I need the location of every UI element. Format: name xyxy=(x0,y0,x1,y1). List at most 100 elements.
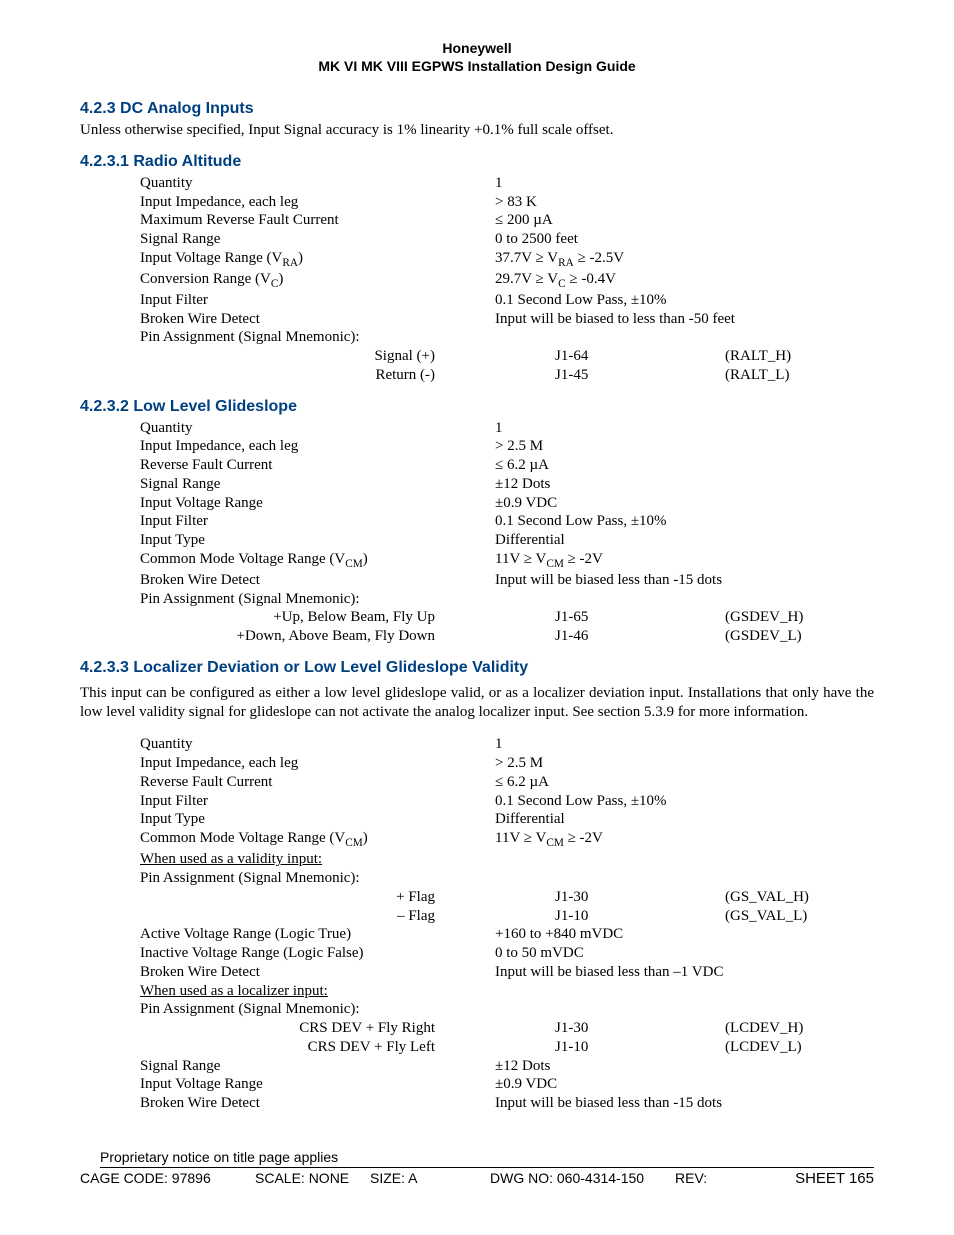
spec-sublabel: Return (-) xyxy=(140,366,495,385)
spec-value: 1 xyxy=(495,419,665,438)
spec-mnemonic: (RALT_H) xyxy=(725,347,865,366)
spec-value: > 2.5 M xyxy=(495,437,665,456)
spec-label: Quantity xyxy=(140,735,495,754)
spec-value: 0.1 Second Low Pass, ±10% xyxy=(495,792,667,811)
spec-sublabel: + Flag xyxy=(140,888,495,907)
spec-label: Input Type xyxy=(140,810,495,829)
spec-label: Reverse Fault Current xyxy=(140,456,495,475)
spec-label: Common Mode Voltage Range (VCM) xyxy=(140,550,495,571)
spec-value: 29.7V ≥ VC ≥ -0.4V xyxy=(495,270,665,291)
spec-value: J1-10 xyxy=(555,907,725,926)
spec-value: Input will be biased less than –1 VDC xyxy=(495,963,723,982)
spec-label: Quantity xyxy=(140,174,495,193)
spec-label: Input Impedance, each leg xyxy=(140,193,495,212)
spec-value: J1-64 xyxy=(555,347,725,366)
spec-subhead: When used as a validity input: xyxy=(140,850,495,869)
spec-value: Differential xyxy=(495,810,665,829)
spec-block-4-2-3-3: Quantity1 Input Impedance, each leg> 2.5… xyxy=(140,735,874,1112)
header-doc: MK VI MK VIII EGPWS Installation Design … xyxy=(80,58,874,76)
spec-label: Reverse Fault Current xyxy=(140,773,495,792)
spec-label: Input Voltage Range xyxy=(140,494,495,513)
spec-label: Signal Range xyxy=(140,230,495,249)
spec-value: J1-30 xyxy=(555,888,725,907)
spec-value: 1 xyxy=(495,174,665,193)
spec-value: J1-10 xyxy=(555,1038,725,1057)
spec-label: Input Type xyxy=(140,531,495,550)
spec-sublabel: CRS DEV + Fly Right xyxy=(140,1019,495,1038)
spec-mnemonic: (LCDEV_L) xyxy=(725,1038,865,1057)
spec-mnemonic: (GS_VAL_L) xyxy=(725,907,865,926)
spec-mnemonic: (LCDEV_H) xyxy=(725,1019,865,1038)
spec-label: Broken Wire Detect xyxy=(140,963,495,982)
heading-4-2-3: 4.2.3 DC Analog Inputs xyxy=(80,99,874,119)
spec-value: ≤ 6.2 µA xyxy=(495,456,665,475)
spec-value: ±0.9 VDC xyxy=(495,1075,665,1094)
spec-block-4-2-3-1: Quantity1 Input Impedance, each leg> 83 … xyxy=(140,174,874,385)
spec-mnemonic: (GSDEV_H) xyxy=(725,608,865,627)
heading-4-2-3-1: 4.2.3.1 Radio Altitude xyxy=(80,152,874,172)
spec-value: 0.1 Second Low Pass, ±10% xyxy=(495,291,667,310)
spec-value: J1-65 xyxy=(555,608,725,627)
spec-label: Quantity xyxy=(140,419,495,438)
footer-size: SIZE: A xyxy=(370,1170,490,1188)
spec-value: 11V ≥ VCM ≥ -2V xyxy=(495,829,665,850)
spec-label: Common Mode Voltage Range (VCM) xyxy=(140,829,495,850)
spec-value: ±12 Dots xyxy=(495,475,665,494)
footer-dwg: DWG NO: 060-4314-150 xyxy=(490,1170,675,1188)
footer-sheet: SHEET 165 xyxy=(755,1170,874,1189)
spec-value: > 2.5 M xyxy=(495,754,665,773)
spec-value: J1-45 xyxy=(555,366,725,385)
spec-value: 37.7V ≥ VRA ≥ -2.5V xyxy=(495,249,665,270)
page-header: Honeywell MK VI MK VIII EGPWS Installati… xyxy=(80,40,874,75)
spec-label: Inactive Voltage Range (Logic False) xyxy=(140,944,495,963)
spec-label: Broken Wire Detect xyxy=(140,1094,495,1113)
intro-4-2-3: Unless otherwise specified, Input Signal… xyxy=(80,121,874,140)
heading-4-2-3-3: 4.2.3.3 Localizer Deviation or Low Level… xyxy=(80,658,874,678)
spec-block-4-2-3-2: Quantity1 Input Impedance, each leg> 2.5… xyxy=(140,419,874,646)
proprietary-notice: Proprietary notice on title page applies xyxy=(100,1149,874,1169)
spec-mnemonic: (RALT_L) xyxy=(725,366,865,385)
footer-rev: REV: xyxy=(675,1170,755,1188)
spec-label: Signal Range xyxy=(140,1057,495,1076)
spec-value: ≤ 200 µA xyxy=(495,211,665,230)
spec-label: Active Voltage Range (Logic True) xyxy=(140,925,495,944)
spec-value: 11V ≥ VCM ≥ -2V xyxy=(495,550,665,571)
page-footer: Proprietary notice on title page applies… xyxy=(80,1149,874,1189)
spec-label: Input Filter xyxy=(140,291,495,310)
spec-label: Broken Wire Detect xyxy=(140,571,495,590)
heading-4-2-3-2: 4.2.3.2 Low Level Glideslope xyxy=(80,397,874,417)
spec-value: 1 xyxy=(495,735,665,754)
spec-value: J1-30 xyxy=(555,1019,725,1038)
spec-value: ±0.9 VDC xyxy=(495,494,665,513)
spec-label: Pin Assignment (Signal Mnemonic): xyxy=(140,869,495,888)
spec-label: Input Filter xyxy=(140,512,495,531)
spec-label: Signal Range xyxy=(140,475,495,494)
spec-sublabel: – Flag xyxy=(140,907,495,926)
spec-label: Pin Assignment (Signal Mnemonic): xyxy=(140,328,495,347)
spec-value: > 83 K xyxy=(495,193,665,212)
spec-value: 0.1 Second Low Pass, ±10% xyxy=(495,512,667,531)
spec-value: Input will be biased less than -15 dots xyxy=(495,571,722,590)
footer-scale: SCALE: NONE xyxy=(255,1170,370,1188)
spec-label: Broken Wire Detect xyxy=(140,310,495,329)
spec-label: Pin Assignment (Signal Mnemonic): xyxy=(140,590,495,609)
spec-label: Maximum Reverse Fault Current xyxy=(140,211,495,230)
spec-label: Input Filter xyxy=(140,792,495,811)
spec-value: +160 to +840 mVDC xyxy=(495,925,623,944)
spec-label: Input Voltage Range xyxy=(140,1075,495,1094)
header-company: Honeywell xyxy=(80,40,874,58)
spec-value: ≤ 6.2 µA xyxy=(495,773,665,792)
spec-sublabel: +Up, Below Beam, Fly Up xyxy=(140,608,495,627)
spec-sublabel: Signal (+) xyxy=(140,347,495,366)
spec-value: J1-46 xyxy=(555,627,725,646)
footer-cage: CAGE CODE: 97896 xyxy=(80,1170,255,1188)
spec-label: Input Impedance, each leg xyxy=(140,437,495,456)
para-4-2-3-3: This input can be configured as either a… xyxy=(80,684,874,722)
spec-sublabel: +Down, Above Beam, Fly Down xyxy=(140,627,495,646)
spec-value: Input will be biased less than -15 dots xyxy=(495,1094,722,1113)
spec-mnemonic: (GS_VAL_H) xyxy=(725,888,865,907)
spec-mnemonic: (GSDEV_L) xyxy=(725,627,865,646)
spec-value: Differential xyxy=(495,531,665,550)
spec-label: Conversion Range (VC) xyxy=(140,270,495,291)
spec-value: Input will be biased to less than -50 fe… xyxy=(495,310,735,329)
